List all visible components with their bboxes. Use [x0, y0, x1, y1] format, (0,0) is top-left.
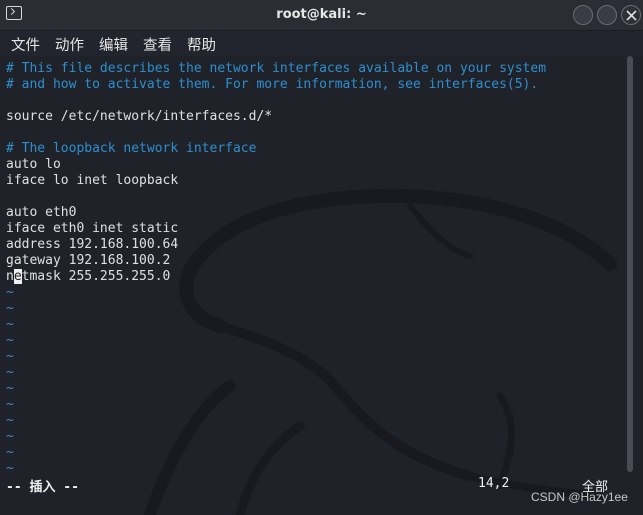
code-line: # The loopback network interface — [6, 141, 257, 156]
minimize-button[interactable] — [573, 5, 593, 25]
menu-edit[interactable]: 编辑 — [99, 34, 128, 55]
empty-line-tilde: ~ — [6, 317, 14, 332]
menu-help[interactable]: 帮助 — [187, 34, 216, 55]
code-line: address 192.168.100.64 — [6, 237, 179, 252]
empty-line-tilde: ~ — [6, 301, 14, 316]
menu-action[interactable]: 动作 — [55, 34, 84, 55]
empty-line-tilde: ~ — [6, 285, 14, 300]
csdn-watermark: CSDN @Hazy1ee — [531, 490, 628, 504]
empty-line-tilde: ~ — [6, 429, 14, 444]
empty-line-tilde: ~ — [6, 333, 14, 348]
menu-bar: 文件 动作 编辑 查看 帮助 — [0, 31, 643, 55]
terminal-content[interactable]: # This file describes the network interf… — [0, 56, 643, 515]
empty-line-tilde: ~ — [6, 365, 14, 380]
code-line: auto eth0 — [6, 205, 77, 220]
close-icon — [626, 10, 637, 21]
code-line: gateway 192.168.100.2 — [6, 253, 171, 268]
close-button[interactable] — [621, 5, 641, 25]
menu-file[interactable]: 文件 — [11, 34, 40, 55]
scrollbar[interactable] — [626, 56, 634, 472]
text-after-cursor: tmask 255.255.255.0 — [21, 269, 171, 284]
empty-line-tilde: ~ — [6, 349, 14, 364]
window-title: root@kali: ~ — [276, 7, 367, 22]
empty-line-tilde: ~ — [6, 445, 14, 460]
maximize-button[interactable] — [597, 5, 617, 25]
menu-view[interactable]: 查看 — [143, 34, 172, 55]
code-line: source /etc/network/interfaces.d/* — [6, 109, 273, 124]
text-cursor: e — [13, 269, 22, 284]
scrollbar-thumb[interactable] — [627, 56, 633, 472]
title-bar: root@kali: ~ — [0, 0, 643, 31]
code-line: # and how to activate them. For more inf… — [6, 77, 539, 92]
vim-mode-indicator: -- 插入 -- — [6, 480, 79, 495]
code-line-with-cursor: netmask 255.255.255.0 — [6, 269, 170, 285]
code-line: auto lo — [6, 157, 61, 172]
cursor-position: 14,2 — [478, 476, 510, 491]
empty-line-tilde: ~ — [6, 381, 14, 396]
empty-line-tilde: ~ — [6, 461, 14, 476]
code-line: iface lo inet loopback — [6, 173, 179, 188]
code-line: iface eth0 inet static — [6, 221, 179, 236]
text-before-cursor: n — [6, 269, 14, 284]
empty-line-tilde: ~ — [6, 397, 14, 412]
code-line: # This file describes the network interf… — [6, 61, 547, 76]
empty-line-tilde: ~ — [6, 413, 14, 428]
